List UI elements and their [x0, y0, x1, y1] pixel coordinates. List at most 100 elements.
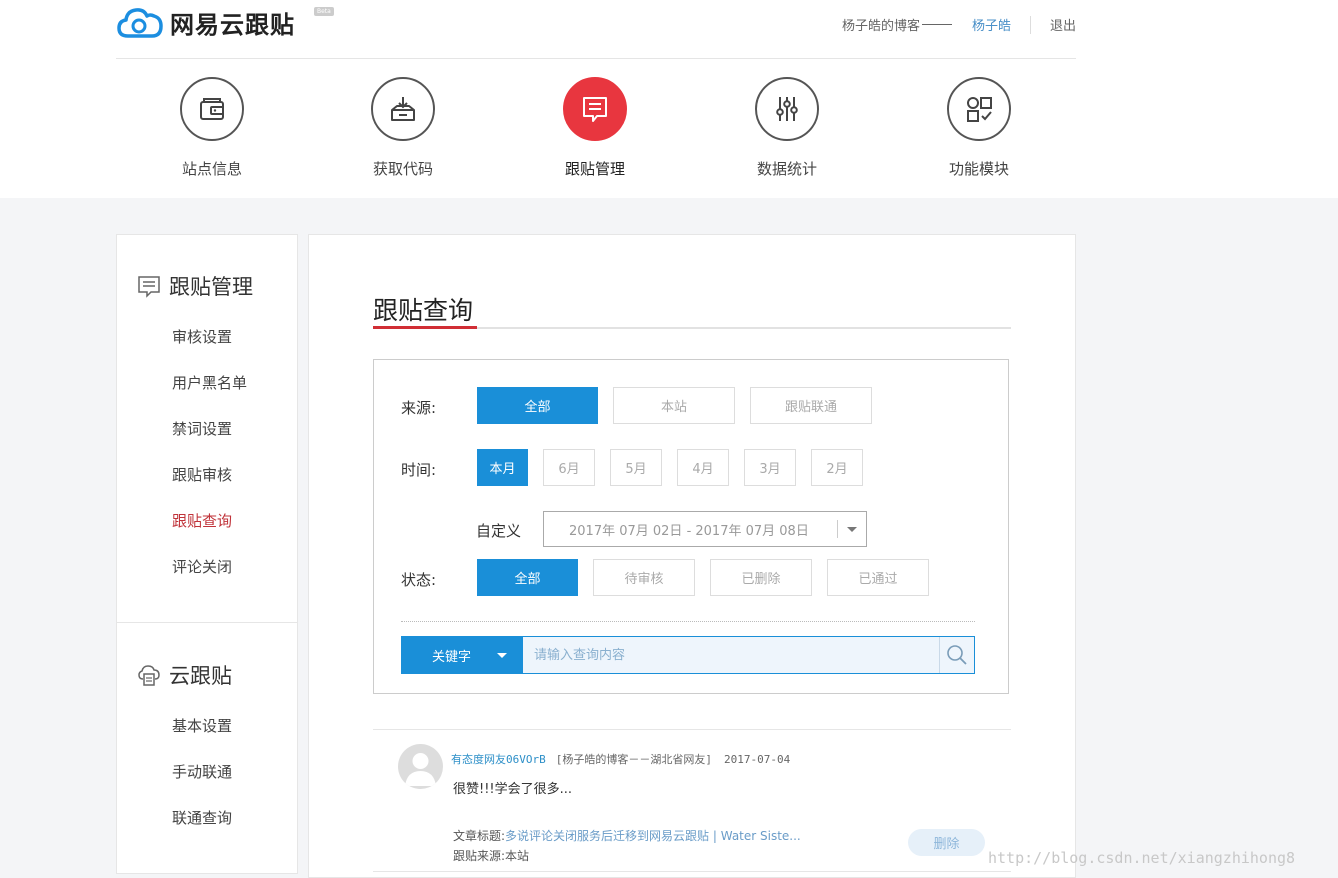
comment-source-value: 本站 — [505, 849, 530, 863]
nav-circle — [947, 77, 1011, 141]
avatar — [398, 744, 443, 789]
filter-panel: 来源: 全部 本站 跟贴联通 时间: 本月 6月 5月 4月 3月 2月 自定义… — [373, 359, 1009, 694]
user-bar: 杨子皓的博客 杨子皓 退出 — [842, 15, 1076, 34]
delete-button[interactable]: 删除 — [908, 829, 985, 856]
sidebar-item-link-query[interactable]: 联通查询 — [172, 807, 232, 828]
main-nav: 站点信息 获取代码 跟贴管理 数据统计 功能模块 — [116, 74, 1076, 184]
nav-circle — [371, 77, 435, 141]
article-title-label: 文章标题: — [453, 829, 506, 843]
status-pending-button[interactable]: 待审核 — [593, 559, 695, 596]
comment-from: [杨子皓的博客－－湖北省网友] — [555, 753, 712, 766]
sidebar-item-basic-settings[interactable]: 基本设置 — [172, 715, 232, 736]
nav-circle — [563, 77, 627, 141]
title-underline-accent — [373, 326, 477, 329]
user-avatar-icon — [405, 753, 436, 786]
status-all-button[interactable]: 全部 — [477, 559, 578, 596]
wallet-icon — [200, 98, 224, 120]
comment-meta: 有态度网友06VOrB [杨子皓的博客－－湖北省网友] 2017-07-04 — [451, 751, 790, 767]
source-all-button[interactable]: 全部 — [477, 387, 598, 424]
sidebar-item-manual-link[interactable]: 手动联通 — [172, 761, 232, 782]
list-divider — [373, 729, 1011, 730]
nav-modules[interactable]: 功能模块 — [919, 77, 1039, 179]
sidebar-item-review-settings[interactable]: 审核设置 — [172, 326, 232, 347]
beta-badge: Beta — [314, 7, 334, 16]
comment-article: 文章标题:多说评论关闭服务后迁移到网易云跟贴 | Water Siste... — [453, 827, 801, 844]
date-range-picker[interactable]: 2017年 07月 02日 - 2017年 07月 08日 — [543, 511, 867, 547]
status-label: 状态: — [401, 571, 437, 589]
list-divider — [373, 871, 1011, 872]
sidebar-heading-label: 云跟贴 — [169, 664, 232, 688]
sidebar-heading-cloud: 云跟贴 — [137, 660, 232, 690]
time-this-month-button[interactable]: 本月 — [477, 449, 528, 486]
comment-source: 跟贴来源:本站 — [453, 847, 529, 864]
search-bar: 关键字 — [401, 636, 975, 674]
source-linked-button[interactable]: 跟贴联通 — [750, 387, 872, 424]
list-doc-icon — [138, 276, 160, 298]
status-approved-button[interactable]: 已通过 — [827, 559, 929, 596]
date-range-divider — [837, 520, 838, 538]
chevron-down-icon[interactable] — [847, 527, 857, 532]
time-label: 时间: — [401, 461, 437, 479]
status-deleted-button[interactable]: 已删除 — [710, 559, 812, 596]
sidebar-heading-comment-manage: 跟贴管理 — [137, 271, 253, 301]
top-header: 网易云跟贴 Beta 杨子皓的博客 杨子皓 退出 站点信息 获取代码 跟贴管理 … — [0, 0, 1338, 198]
user-name-link[interactable]: 杨子皓 — [972, 15, 1011, 34]
nav-label: 获取代码 — [372, 160, 433, 178]
main-panel: 跟贴查询 来源: 全部 本站 跟贴联通 时间: 本月 6月 5月 4月 3月 2… — [308, 234, 1076, 878]
comment-user[interactable]: 有态度网友06VOrB — [451, 753, 546, 766]
search-button[interactable] — [939, 637, 974, 673]
divider — [1029, 15, 1031, 34]
nav-circle — [755, 77, 819, 141]
blog-name[interactable]: 杨子皓的博客 — [842, 15, 920, 34]
nav-circle — [180, 77, 244, 141]
time-february-button[interactable]: 2月 — [811, 449, 863, 486]
sidebar-divider — [117, 622, 297, 623]
nav-get-code[interactable]: 获取代码 — [343, 77, 463, 179]
sidebar-item-comment-review[interactable]: 跟贴审核 — [172, 464, 232, 485]
nav-site-info[interactable]: 站点信息 — [152, 77, 272, 179]
cloud-doc-icon — [138, 665, 160, 686]
comment-icon — [583, 97, 607, 122]
download-box-icon — [391, 97, 415, 121]
sidebar-item-banned-words[interactable]: 禁词设置 — [172, 418, 232, 439]
sliders-icon — [776, 97, 798, 121]
logout-link[interactable]: 退出 — [1050, 15, 1076, 34]
page-title: 跟贴查询 — [373, 296, 474, 325]
comment-text: 很赞!!!学会了很多... — [453, 782, 573, 797]
nav-label: 站点信息 — [181, 160, 242, 178]
header-divider — [116, 58, 1076, 59]
modules-icon — [967, 97, 992, 122]
sidebar-item-user-blacklist[interactable]: 用户黑名单 — [172, 372, 247, 393]
cloud-logo-icon — [117, 8, 163, 38]
caret-down-icon — [497, 653, 507, 658]
article-title-link[interactable]: 多说评论关闭服务后迁移到网易云跟贴 | Water Siste... — [505, 829, 801, 843]
keyword-label: 关键字 — [432, 649, 472, 665]
nav-label: 跟贴管理 — [564, 160, 625, 178]
sidebar-item-close-comments[interactable]: 评论关闭 — [172, 556, 232, 577]
search-input[interactable] — [523, 637, 939, 673]
sidebar-heading-label: 跟贴管理 — [169, 275, 253, 299]
time-may-button[interactable]: 5月 — [610, 449, 662, 486]
comment-source-label: 跟贴来源: — [453, 849, 506, 863]
watermark: http://blog.csdn.net/xiangzhihong8 — [988, 849, 1296, 867]
source-local-button[interactable]: 本站 — [613, 387, 735, 424]
sidebar-item-comment-query[interactable]: 跟贴查询 — [172, 510, 232, 531]
dash-divider — [921, 24, 952, 25]
source-label: 来源: — [401, 399, 437, 417]
search-icon — [947, 645, 967, 665]
time-march-button[interactable]: 3月 — [744, 449, 796, 486]
date-range-value: 2017年 07月 02日 - 2017年 07月 08日 — [569, 523, 809, 539]
comment-date: 2017-07-04 — [724, 753, 791, 766]
time-june-button[interactable]: 6月 — [543, 449, 595, 486]
custom-date-label: 自定义 — [476, 522, 522, 540]
dotted-divider — [401, 621, 975, 622]
time-april-button[interactable]: 4月 — [677, 449, 729, 486]
nav-statistics[interactable]: 数据统计 — [727, 77, 847, 179]
keyword-dropdown[interactable]: 关键字 — [402, 637, 523, 673]
nav-label: 功能模块 — [948, 160, 1009, 178]
nav-comment-manage[interactable]: 跟贴管理 — [535, 77, 655, 179]
logo[interactable]: 网易云跟贴 Beta — [116, 4, 334, 40]
sidebar: 跟贴管理 审核设置 用户黑名单 禁词设置 跟贴审核 跟贴查询 评论关闭 云跟贴 … — [116, 234, 298, 874]
nav-label: 数据统计 — [756, 160, 817, 178]
logo-text: 网易云跟贴 — [170, 10, 295, 39]
